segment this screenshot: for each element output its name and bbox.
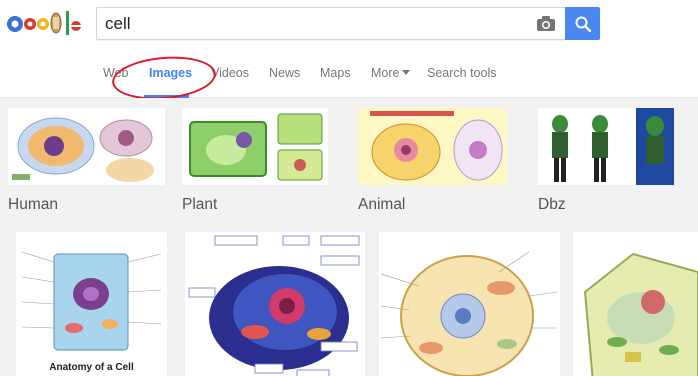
- related-search-plant[interactable]: Plant: [182, 108, 328, 220]
- animal-cell-thumbnail: [358, 108, 507, 185]
- tab-search-tools[interactable]: Search tools: [427, 66, 496, 80]
- search-box: [96, 7, 565, 40]
- tab-maps[interactable]: Maps: [320, 66, 351, 80]
- search-input[interactable]: [105, 13, 525, 35]
- tab-images[interactable]: Images: [149, 66, 192, 80]
- header: [0, 0, 698, 52]
- dbz-character-thumbnail: [538, 108, 674, 185]
- related-search-label: Animal: [358, 196, 406, 213]
- image-results: Human Plant Animal Dbz Anatomy of a Cell: [0, 98, 698, 376]
- tab-videos[interactable]: Videos: [211, 66, 249, 80]
- anatomy-of-a-cell-image: [16, 232, 167, 376]
- image-result-1[interactable]: Anatomy of a Cell: [16, 232, 167, 376]
- plant-cell-thumbnail: [182, 108, 328, 185]
- image-result-3[interactable]: [379, 232, 560, 376]
- search-icon: [575, 16, 591, 32]
- image-result-4[interactable]: [573, 232, 698, 376]
- related-search-dbz[interactable]: Dbz: [538, 108, 674, 220]
- related-search-label: Human: [8, 196, 58, 213]
- tab-more[interactable]: More: [371, 66, 411, 80]
- animal-cell-diagram-image: [379, 232, 560, 376]
- human-cell-thumbnail: [8, 108, 165, 185]
- related-search-label: Dbz: [538, 196, 566, 213]
- plant-cell-diagram-image: [573, 232, 698, 376]
- image-caption: Anatomy of a Cell: [49, 362, 134, 373]
- image-result-2[interactable]: [185, 232, 365, 376]
- search-button[interactable]: [565, 7, 600, 40]
- tab-news[interactable]: News: [269, 66, 300, 80]
- cell-3d-cutaway-image: [185, 232, 365, 376]
- google-doodle-logo[interactable]: [6, 8, 82, 38]
- tab-more-label: More: [371, 66, 400, 80]
- related-search-human[interactable]: Human: [8, 108, 165, 220]
- related-search-label: Plant: [182, 196, 218, 213]
- related-search-animal[interactable]: Animal: [358, 108, 507, 220]
- search-tabs: Web Images Videos News Maps More Search …: [0, 52, 698, 98]
- chevron-down-icon: [402, 70, 411, 75]
- tab-web[interactable]: Web: [103, 66, 128, 80]
- camera-icon[interactable]: [537, 16, 555, 31]
